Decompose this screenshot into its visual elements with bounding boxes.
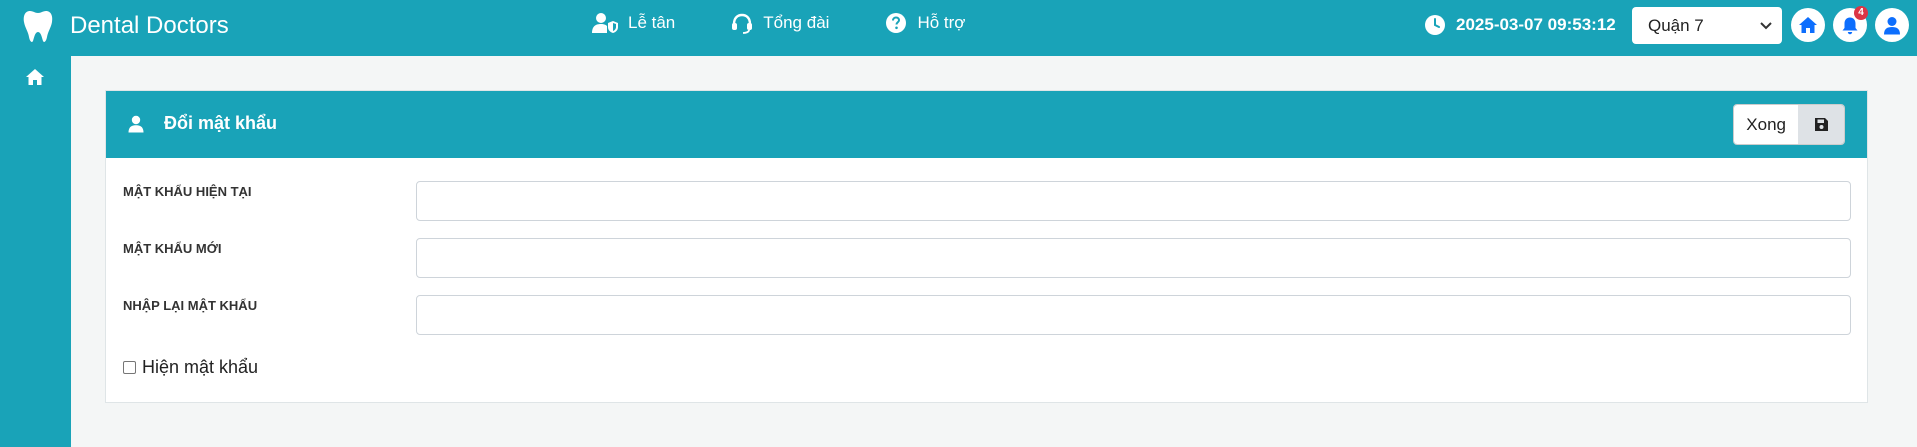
- user-shield-icon: [592, 13, 618, 33]
- done-button[interactable]: Xong: [1734, 105, 1798, 144]
- brand-name: Dental Doctors: [70, 12, 229, 39]
- top-navbar: Dental Doctors Lễ tân Tổng đài Hỗ trợ 20…: [0, 0, 1917, 56]
- floppy-disk-icon: [1814, 118, 1828, 131]
- nav-label: Lễ tân: [628, 13, 676, 32]
- save-button[interactable]: [1798, 105, 1844, 144]
- datetime-display: 2025-03-07 09:53:12: [1424, 14, 1616, 36]
- confirm-password-label: NHẬP LẠI MẬT KHẨU: [123, 298, 258, 313]
- user-icon: [1884, 16, 1900, 34]
- nav-item-reception[interactable]: Lễ tân: [592, 12, 675, 34]
- main-nav: Lễ tân Tổng đài Hỗ trợ: [592, 12, 1021, 34]
- card-title: Đổi mật khẩu: [164, 113, 278, 133]
- datetime-text: 2025-03-07 09:53:12: [1456, 15, 1616, 34]
- show-password-checkbox[interactable]: [123, 361, 136, 374]
- user-icon: [128, 115, 144, 132]
- home-icon: [1799, 17, 1817, 33]
- chevron-down-icon: [1760, 21, 1772, 29]
- notifications-button[interactable]: 4: [1833, 6, 1868, 42]
- nav-label: Hỗ trợ: [917, 13, 966, 32]
- card-header: Đổi mật khẩu Xong: [106, 91, 1867, 158]
- brand[interactable]: Dental Doctors: [22, 8, 229, 44]
- home-icon: [26, 69, 44, 85]
- home-button[interactable]: [1791, 8, 1825, 42]
- change-password-card: Đổi mật khẩu Xong MẬT KHẨU HIỆN TẠI MẬT …: [105, 90, 1868, 403]
- show-password-label: Hiện mật khẩu: [142, 357, 259, 377]
- branch-select-value: Quận 7: [1648, 15, 1704, 35]
- branch-select[interactable]: Quận 7: [1632, 7, 1782, 44]
- tooth-logo-icon: [23, 11, 53, 42]
- headset-icon: [732, 13, 753, 34]
- current-password-label: MẬT KHẨU HIỆN TẠI: [123, 184, 252, 199]
- done-button-group: Xong: [1733, 104, 1845, 145]
- card-title-wrap: Đổi mật khẩu: [128, 113, 277, 134]
- new-password-field[interactable]: [416, 238, 1851, 278]
- nav-item-support[interactable]: Hỗ trợ: [885, 12, 965, 34]
- notification-badge: 4: [1854, 6, 1868, 20]
- question-circle-icon: [886, 13, 907, 33]
- sidebar: [0, 56, 71, 447]
- current-password-field[interactable]: [416, 181, 1851, 221]
- nav-label: Tổng đài: [763, 13, 830, 32]
- show-password-toggle[interactable]: Hiện mật khẩu: [123, 357, 258, 378]
- new-password-label: MẬT KHẨU MỚI: [123, 241, 222, 256]
- confirm-password-field[interactable]: [416, 295, 1851, 335]
- nav-item-call-center[interactable]: Tổng đài: [731, 12, 829, 34]
- sidebar-item-home[interactable]: [25, 68, 45, 91]
- user-menu-button[interactable]: [1875, 8, 1909, 42]
- clock-icon: [1425, 15, 1445, 35]
